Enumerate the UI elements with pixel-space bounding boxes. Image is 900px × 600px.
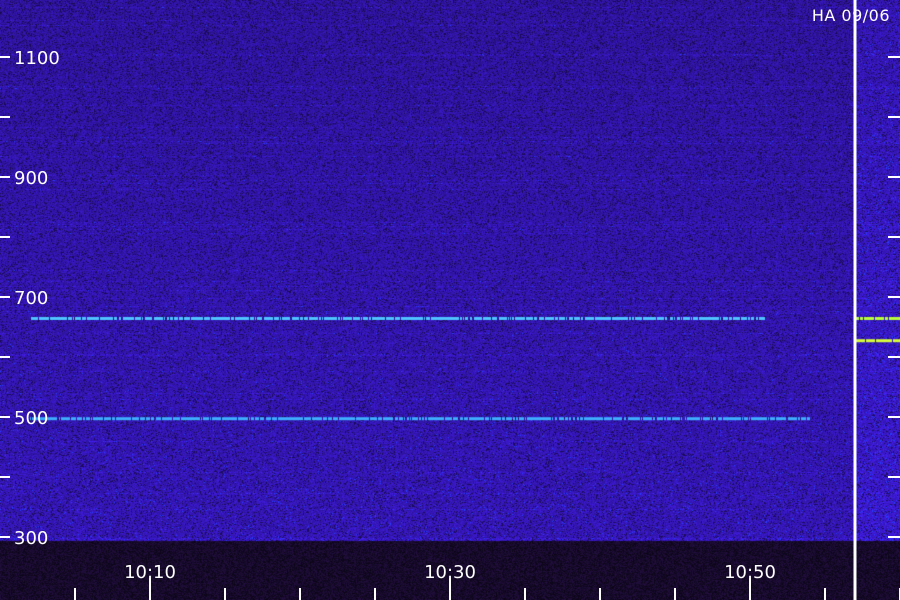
x-tick-label: 10:10 <box>124 562 176 583</box>
y-tick-label: 900 <box>14 168 48 189</box>
x-tick-label: 10:50 <box>724 562 776 583</box>
y-axis: 300 500 700 900 1100 <box>0 48 900 549</box>
y-tick-label: 500 <box>14 408 48 429</box>
chart-overlay: 300 500 700 900 1100 10:10 10:30 10:50 <box>0 0 900 600</box>
x-tick-label: 10:30 <box>424 562 476 583</box>
x-axis: 10:10 10:30 10:50 <box>74 562 900 600</box>
y-tick-label: 700 <box>14 288 48 309</box>
y-tick-label: 1100 <box>14 48 60 69</box>
y-tick-label: 300 <box>14 528 48 549</box>
